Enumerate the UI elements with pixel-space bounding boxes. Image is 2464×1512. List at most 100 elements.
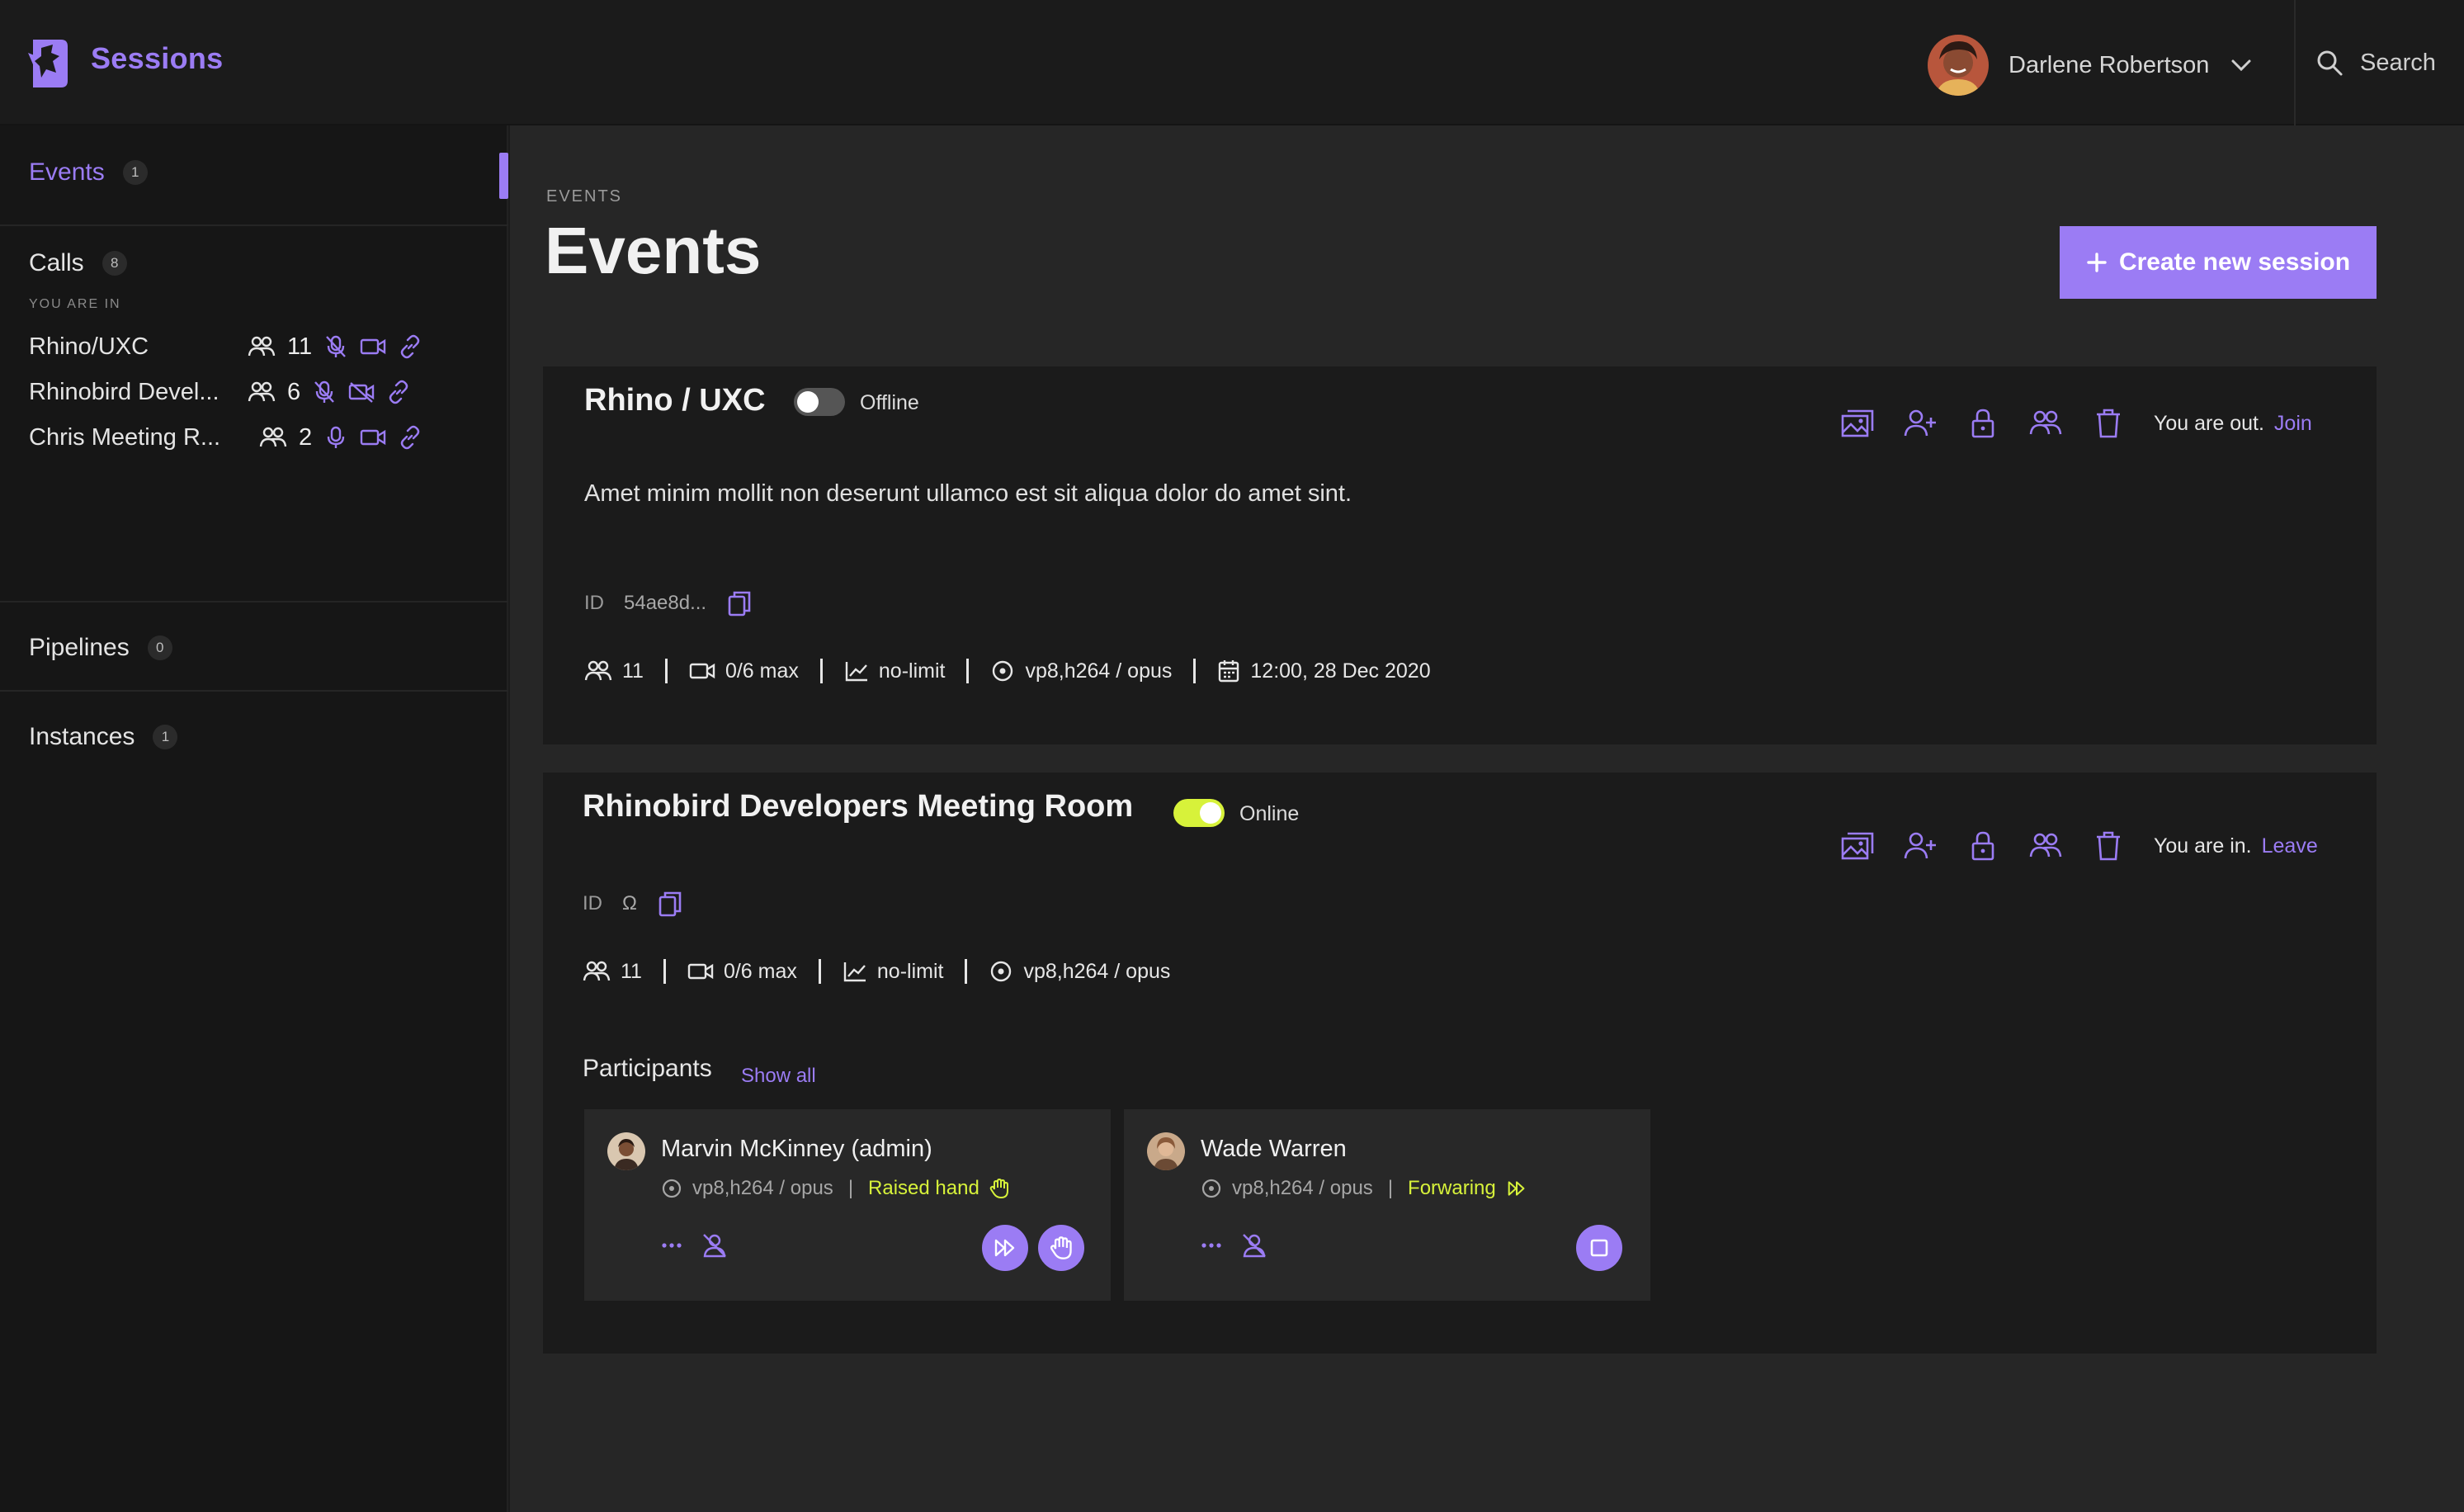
- session-description: Amet minim mollit non deserunt ullamco e…: [584, 480, 1352, 507]
- mic-off-icon[interactable]: [312, 380, 337, 404]
- users-icon: [259, 426, 287, 449]
- divider: [818, 959, 821, 984]
- fast-forward-icon: [1506, 1179, 1527, 1198]
- call-participant-count: 2: [299, 423, 313, 451]
- users-icon[interactable]: [2028, 829, 2063, 863]
- mic-off-icon[interactable]: [323, 334, 348, 359]
- id-value: 54ae8d...: [624, 592, 707, 614]
- divider: [966, 659, 970, 683]
- call-item[interactable]: Rhino/UXC: [29, 330, 149, 363]
- events-count-badge: 1: [122, 160, 148, 185]
- video-off-icon[interactable]: [348, 381, 375, 403]
- calls-count-badge: 8: [101, 251, 127, 276]
- id-label: ID: [584, 592, 604, 614]
- call-item[interactable]: Chris Meeting R...: [29, 421, 220, 454]
- app-name[interactable]: Sessions: [91, 41, 223, 76]
- call-name: Rhino/UXC: [29, 333, 149, 360]
- mic-icon[interactable]: [323, 425, 348, 450]
- link-icon[interactable]: [398, 334, 422, 359]
- forward-button[interactable]: [982, 1225, 1028, 1271]
- session-id-row: ID 54ae8d...: [584, 589, 753, 617]
- trash-icon[interactable]: [2091, 829, 2126, 863]
- link-icon[interactable]: [386, 380, 411, 404]
- users-icon[interactable]: [2028, 406, 2063, 441]
- stop-icon: [1588, 1237, 1610, 1259]
- trend-icon: [844, 659, 869, 683]
- participant-card: Wade Warren vp8,h264 / opus | Forwaring: [1124, 1109, 1650, 1301]
- user-menu[interactable]: Darlene Robertson: [1928, 33, 2254, 97]
- sidebar-section-pipelines: Pipelines 0: [0, 602, 508, 692]
- chevron-down-icon[interactable]: [2229, 53, 2254, 78]
- session-title[interactable]: Rhino / UXC: [584, 383, 766, 418]
- fast-forward-icon: [993, 1237, 1017, 1259]
- sidebar-item-label: Events: [29, 158, 105, 186]
- video-limit: 0/6 max: [725, 659, 799, 683]
- add-user-icon[interactable]: [1903, 406, 1938, 441]
- participants-heading: Participants: [583, 1055, 712, 1082]
- codec-value: vp8,h264 / opus: [1023, 959, 1171, 983]
- session-status-toggle[interactable]: [794, 388, 845, 416]
- lock-icon[interactable]: [1966, 829, 2000, 863]
- breadcrumb[interactable]: EVENTS: [546, 187, 622, 206]
- video-meta: 0/6 max: [687, 960, 797, 984]
- users-icon: [248, 335, 276, 358]
- show-all-link[interactable]: Show all: [741, 1065, 816, 1088]
- record-icon: [989, 959, 1013, 984]
- lock-icon[interactable]: [1966, 406, 2000, 441]
- session-status-text: Online: [1239, 802, 1300, 825]
- create-session-label: Create new session: [2118, 248, 2351, 276]
- link-icon[interactable]: [398, 425, 422, 450]
- codec-meta: vp8,h264 / opus: [990, 659, 1172, 683]
- sidebar-section-events: Events 1: [0, 125, 508, 226]
- sidebar-item-instances[interactable]: Instances 1: [29, 723, 178, 751]
- trash-icon[interactable]: [2091, 406, 2126, 441]
- video-icon[interactable]: [360, 427, 386, 448]
- participant-tools: [661, 1231, 729, 1259]
- call-item-meta: 11: [248, 330, 422, 363]
- create-session-button[interactable]: Create new session: [2060, 226, 2377, 299]
- call-item-meta: 2: [259, 421, 422, 454]
- more-icon[interactable]: [661, 1241, 682, 1250]
- user-off-icon[interactable]: [701, 1231, 729, 1259]
- more-icon[interactable]: [1201, 1241, 1222, 1250]
- video-limit: 0/6 max: [723, 959, 797, 983]
- video-icon[interactable]: [360, 336, 386, 357]
- leave-link[interactable]: Leave: [2262, 834, 2318, 858]
- sidebar-item-pipelines[interactable]: Pipelines 0: [29, 634, 172, 662]
- trend-icon: [843, 960, 867, 983]
- sidebar-item-calls[interactable]: Calls 8: [29, 249, 127, 277]
- raise-hand-button[interactable]: [1038, 1225, 1084, 1271]
- session-title[interactable]: Rhinobird Developers Meeting Room: [583, 789, 1133, 825]
- call-item-meta: 6: [248, 376, 411, 409]
- participant-tools: [1201, 1231, 1268, 1259]
- calls-subheading: YOU ARE IN: [29, 297, 121, 311]
- bitrate-meta: no-limit: [843, 960, 943, 984]
- participant-card: Marvin McKinney (admin) vp8,h264 / opus …: [584, 1109, 1111, 1301]
- presence-status: You are out.: [2154, 411, 2264, 435]
- gallery-icon[interactable]: [1840, 406, 1875, 441]
- participant-status: Forwaring: [1408, 1177, 1496, 1199]
- page-title: Events: [545, 214, 762, 287]
- copy-icon[interactable]: [657, 890, 683, 918]
- codec-meta: vp8,h264 / opus: [989, 959, 1170, 984]
- gallery-icon[interactable]: [1840, 829, 1875, 863]
- participants-meta: 11: [583, 960, 642, 984]
- participant-avatar: [1147, 1132, 1185, 1170]
- rhino-logo-icon[interactable]: [28, 36, 71, 91]
- add-user-icon[interactable]: [1903, 829, 1938, 863]
- sidebar-item-events[interactable]: Events 1: [29, 158, 148, 187]
- session-actions: You are in. Leave: [1840, 829, 2318, 863]
- video-meta: 0/6 max: [689, 659, 799, 683]
- copy-icon[interactable]: [726, 589, 753, 617]
- user-off-icon[interactable]: [1240, 1231, 1268, 1259]
- participant-info: vp8,h264 / opus | Raised hand: [661, 1177, 1009, 1200]
- instances-count-badge: 1: [153, 725, 178, 749]
- call-name: Rhinobird Devel...: [29, 378, 219, 405]
- stop-button[interactable]: [1576, 1225, 1622, 1271]
- pipelines-count-badge: 0: [147, 636, 172, 660]
- search-button[interactable]: Search: [2294, 0, 2464, 125]
- record-icon: [990, 659, 1015, 683]
- call-item[interactable]: Rhinobird Devel...: [29, 376, 219, 409]
- session-status-toggle[interactable]: [1173, 799, 1225, 827]
- join-link[interactable]: Join: [2274, 412, 2312, 436]
